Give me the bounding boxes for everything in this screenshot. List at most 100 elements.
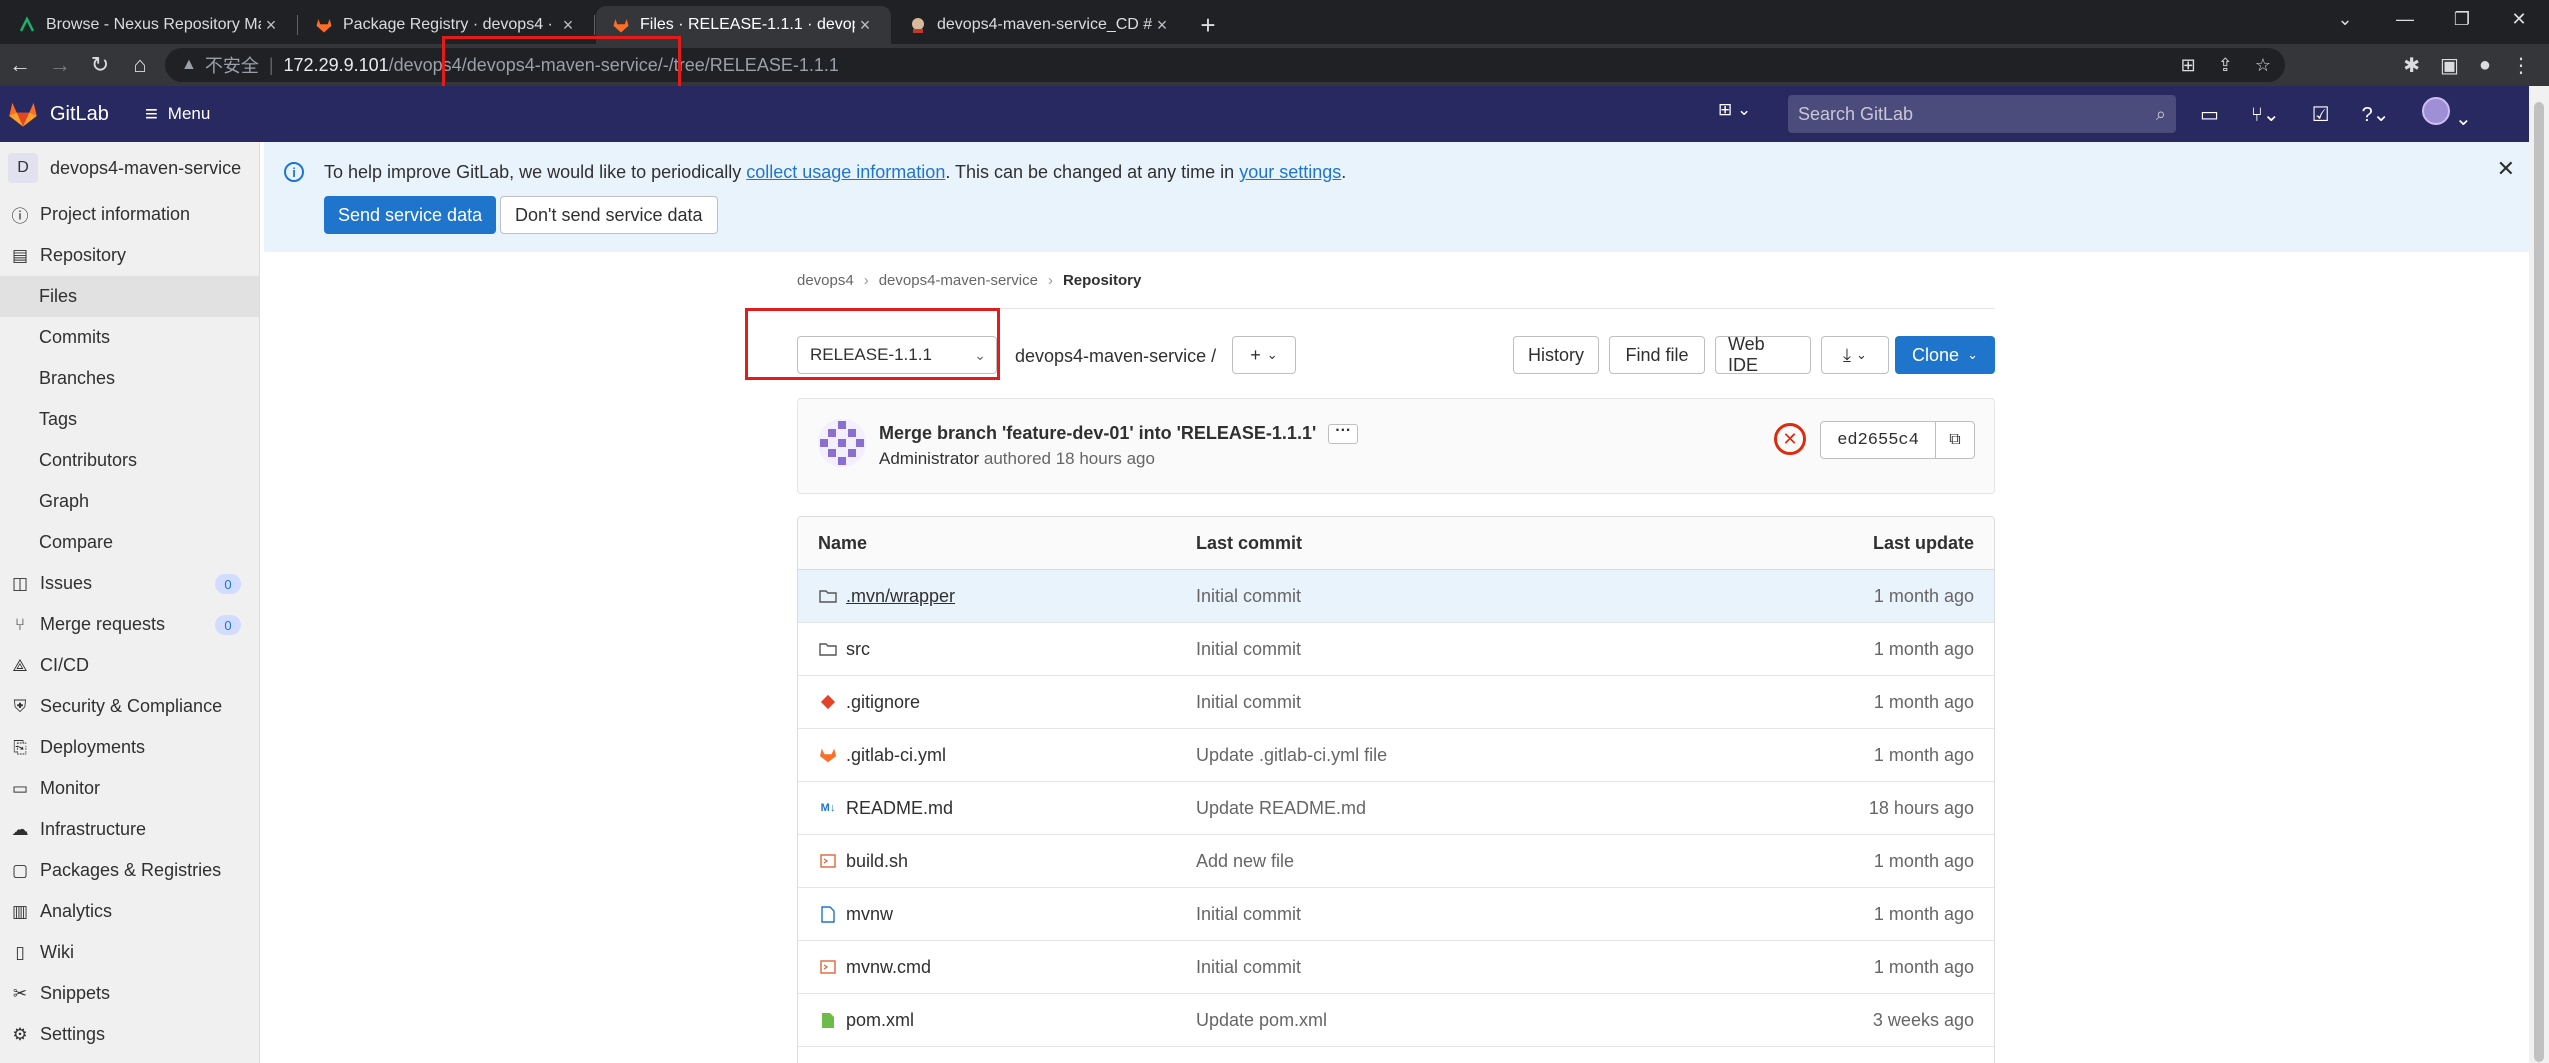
collect-usage-link[interactable]: collect usage information <box>746 162 945 182</box>
tab-search-icon[interactable]: ⌄ <box>2315 0 2375 38</box>
last-commit-link[interactable]: Update .gitlab-ci.yml file <box>1196 745 1696 766</box>
table-row[interactable]: src Initial commit 1 month ago <box>798 623 1994 676</box>
menu-button[interactable]: ≡ Menu <box>145 101 210 127</box>
last-commit-link[interactable]: Initial commit <box>1196 692 1696 713</box>
file-name-link[interactable]: mvnw <box>846 904 893 925</box>
close-tab-icon[interactable]: × <box>261 15 281 36</box>
bookmark-star-icon[interactable]: ☆ <box>2255 55 2271 76</box>
file-name-link[interactable]: README.md <box>846 798 953 819</box>
reload-icon[interactable]: ↻ <box>80 45 120 85</box>
browser-tab-nexus[interactable]: Browse - Nexus Repository Manager × <box>2 6 298 44</box>
file-name-link[interactable]: .gitlab-ci.yml <box>846 745 946 766</box>
share-icon[interactable]: ⇪ <box>2218 55 2233 76</box>
clone-button[interactable]: Clone ⌄ <box>1895 336 1995 374</box>
repo-path[interactable]: devops4-maven-service / <box>1015 346 1216 367</box>
last-commit-link[interactable]: Initial commit <box>1196 957 1696 978</box>
issues-nav-icon[interactable]: ▭ <box>2200 102 2219 127</box>
table-row[interactable]: .gitignore Initial commit 1 month ago <box>798 676 1994 729</box>
merge-requests-nav-icon[interactable]: ⑂⌄ <box>2251 102 2280 127</box>
side-panel-icon[interactable]: ▣ <box>2440 53 2459 78</box>
history-button[interactable]: History <box>1513 336 1599 374</box>
close-window-button[interactable]: ✕ <box>2489 0 2549 38</box>
last-commit-link[interactable]: Initial commit <box>1196 639 1696 660</box>
sidebar-item-deployments[interactable]: ⎘ Deployments <box>0 727 259 768</box>
sidebar-item-monitor[interactable]: ▭ Monitor <box>0 768 259 809</box>
new-tab-button[interactable]: + <box>1188 6 1228 44</box>
pipeline-failed-icon[interactable]: ✕ <box>1774 423 1806 455</box>
profile-icon[interactable]: ● <box>2479 54 2491 77</box>
extensions-icon[interactable]: ✱ <box>2403 53 2420 78</box>
sidebar-item-project-information[interactable]: ⓘ Project information <box>0 194 259 235</box>
sidebar-item-repository[interactable]: ▤ Repository <box>0 235 259 276</box>
file-name-link[interactable]: mvnw.cmd <box>846 957 931 978</box>
dont-send-service-data-button[interactable]: Don't send service data <box>500 196 718 234</box>
gitlab-home-link[interactable]: GitLab <box>8 100 109 128</box>
table-row[interactable]: mvnw.cmd Initial commit 1 month ago <box>798 941 1994 994</box>
last-commit-link[interactable]: Initial commit <box>1196 904 1696 925</box>
last-commit-link[interactable]: Update pom.xml <box>1196 1010 1696 1031</box>
send-service-data-button[interactable]: Send service data <box>324 196 497 234</box>
last-commit-link[interactable]: Initial commit <box>1196 586 1696 607</box>
sidebar-item-graph[interactable]: Graph <box>0 481 259 522</box>
sidebar-item-settings[interactable]: ⚙ Settings <box>0 1014 259 1055</box>
todos-icon[interactable]: ☑ <box>2312 102 2330 127</box>
avatar[interactable] <box>818 419 866 467</box>
restore-button[interactable]: ❐ <box>2432 0 2492 38</box>
add-to-tree-dropdown[interactable]: + ⌄ <box>1232 336 1296 374</box>
browser-tab-jenkins[interactable]: devops4-maven-service_CD # × <box>893 6 1188 44</box>
table-row[interactable]: .gitlab-ci.yml Update .gitlab-ci.yml file… <box>798 729 1994 782</box>
back-icon[interactable]: ← <box>0 45 40 85</box>
minimize-button[interactable]: — <box>2375 0 2435 38</box>
page-scrollbar[interactable] <box>2529 86 2549 1063</box>
forward-icon[interactable]: → <box>40 45 80 85</box>
copy-icon[interactable]: ⧉ <box>1935 421 1975 459</box>
more-menu-icon[interactable]: ⋮ <box>2511 53 2531 78</box>
close-tab-icon[interactable]: × <box>558 15 578 36</box>
sidebar-item-tags[interactable]: Tags <box>0 399 259 440</box>
sidebar-item-analytics[interactable]: ▥ Analytics <box>0 891 259 932</box>
breadcrumb-group[interactable]: devops4 <box>797 272 854 289</box>
help-icon[interactable]: ?⌄ <box>2362 102 2390 127</box>
table-row[interactable]: build.sh Add new file 1 month ago <box>798 835 1994 888</box>
sidebar-item-commits[interactable]: Commits <box>0 317 259 358</box>
translate-icon[interactable]: ⊞ <box>2181 55 2196 76</box>
find-file-button[interactable]: Find file <box>1609 336 1705 374</box>
breadcrumb-current[interactable]: Repository <box>1063 272 1141 289</box>
file-name-link[interactable]: src <box>846 639 870 660</box>
more-dots-icon[interactable]: ··· <box>1328 423 1359 445</box>
sidebar-item-infrastructure[interactable]: ☁ Infrastructure <box>0 809 259 850</box>
last-commit-link[interactable]: Add new file <box>1196 851 1696 872</box>
close-tab-icon[interactable]: × <box>1152 15 1172 36</box>
user-avatar-menu[interactable]: ⌄ <box>2421 97 2472 131</box>
table-row[interactable]: mvnw Initial commit 1 month ago <box>798 888 1994 941</box>
create-new-dropdown[interactable]: ⊞ ⌄ <box>1718 100 1751 120</box>
sidebar-item-files[interactable]: Files <box>0 276 259 317</box>
home-icon[interactable]: ⌂ <box>120 45 160 85</box>
table-row[interactable]: .mvn/wrapper Initial commit 1 month ago <box>798 570 1994 623</box>
table-row[interactable]: M↓ README.md Update README.md 18 hours ago <box>798 782 1994 835</box>
sidebar-item-packages-registries[interactable]: ▢ Packages & Registries <box>0 850 259 891</box>
file-name-link[interactable]: .mvn/wrapper <box>846 586 955 607</box>
commit-author[interactable]: Administrator <box>879 449 979 468</box>
download-dropdown[interactable]: ⤓ ⌄ <box>1821 336 1889 374</box>
sidebar-item-issues[interactable]: ◫ Issues 0 <box>0 563 259 604</box>
sidebar-item-branches[interactable]: Branches <box>0 358 259 399</box>
sidebar-item-snippets[interactable]: ✂ Snippets <box>0 973 259 1014</box>
last-commit-link[interactable]: Update README.md <box>1196 798 1696 819</box>
sidebar-item-compare[interactable]: Compare <box>0 522 259 563</box>
table-row[interactable]: pom.xml Update pom.xml 3 weeks ago <box>798 994 1994 1047</box>
sidebar-item-contributors[interactable]: Contributors <box>0 440 259 481</box>
commit-title[interactable]: Merge branch 'feature-dev-01' into 'RELE… <box>879 423 1359 445</box>
file-name-link[interactable]: .gitignore <box>846 692 920 713</box>
settings-link[interactable]: your settings <box>1239 162 1341 182</box>
sidebar-item-wiki[interactable]: ▯ Wiki <box>0 932 259 973</box>
commit-sha[interactable]: ed2655c4 <box>1820 421 1936 459</box>
close-tab-icon[interactable]: × <box>855 15 875 36</box>
close-icon[interactable]: ✕ <box>2497 156 2515 182</box>
file-name-link[interactable]: build.sh <box>846 851 908 872</box>
breadcrumb-project[interactable]: devops4-maven-service <box>879 272 1038 289</box>
sidebar-project-link[interactable]: D devops4-maven-service <box>0 142 259 194</box>
sidebar-item-merge-requests[interactable]: ⑂ Merge requests 0 <box>0 604 259 645</box>
search-input[interactable]: Search GitLab ⌕ <box>1788 95 2176 133</box>
web-ide-button[interactable]: Web IDE <box>1715 334 1811 375</box>
